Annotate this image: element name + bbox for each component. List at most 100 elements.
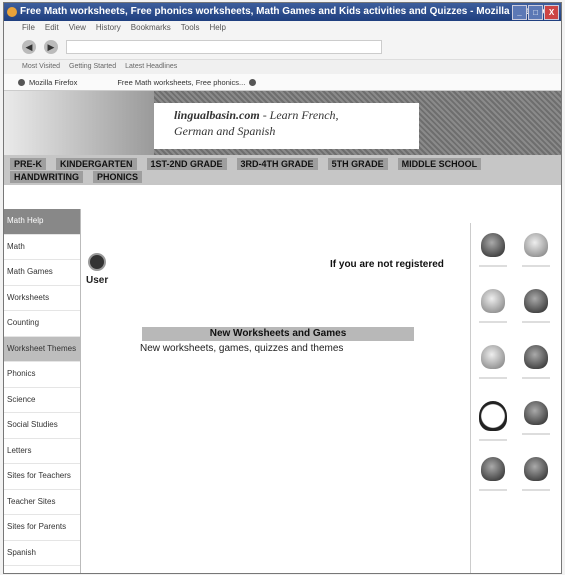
figure-caption (478, 377, 507, 379)
figure-caption (521, 377, 550, 379)
character-figure-icon (478, 401, 507, 431)
menu-help[interactable]: Help (209, 21, 225, 35)
banner-ad-text[interactable]: lingualbasin.com - Learn French, German … (174, 107, 394, 139)
banner-tagline-2: German and Spanish (174, 124, 276, 138)
bookmarks-toolbar: Most Visited Getting Started Latest Head… (4, 60, 561, 74)
firefox-icon (7, 7, 17, 17)
figure-thumbnail[interactable] (514, 451, 557, 499)
figure-caption (478, 321, 507, 323)
nav-phonics[interactable]: PHONICS (93, 171, 143, 183)
nav-kindergarten[interactable]: KINDERGARTEN (56, 158, 137, 170)
firefox-tab-icon (18, 78, 25, 86)
figure-thumbnail[interactable] (471, 283, 514, 331)
sidebar-item-phonics[interactable]: Phonics (4, 362, 80, 388)
menu-bookmarks[interactable]: Bookmarks (131, 21, 171, 35)
sidebar-item-math-games[interactable]: Math Games (4, 260, 80, 286)
character-figure-icon (523, 345, 548, 369)
sidebar-item-counting[interactable]: Counting (4, 311, 80, 337)
figure-caption (478, 439, 507, 441)
nav-5th-grade[interactable]: 5TH GRADE (327, 158, 388, 170)
sidebar-item-science[interactable]: Science (4, 388, 80, 413)
character-figure-icon (523, 233, 548, 257)
banner-tagline-1: - Learn French, (259, 108, 339, 122)
left-sidebar: Math Help Math Math Games Worksheets Cou… (4, 209, 81, 573)
figure-thumbnail[interactable] (471, 451, 514, 499)
close-button[interactable]: X (544, 5, 559, 20)
tab-worksheets[interactable]: Free Math worksheets, Free phonics... (117, 77, 257, 87)
menu-tools[interactable]: Tools (181, 21, 200, 35)
sidebar-item-social-studies[interactable]: Social Studies (4, 413, 80, 439)
not-registered-text[interactable]: If you are not registered (330, 259, 444, 270)
menu-edit[interactable]: Edit (45, 21, 59, 35)
main-content: User If you are not registered New Works… (84, 209, 468, 573)
user-avatar-icon (88, 253, 106, 271)
character-figure-icon (523, 401, 548, 425)
tab-label: Mozilla Firefox (29, 77, 78, 87)
sidebar-item-sites-for-teachers[interactable]: Sites for Teachers (4, 464, 80, 490)
sidebar-item-teacher-sites[interactable]: Teacher Sites (4, 490, 80, 515)
url-bar[interactable] (66, 40, 382, 54)
figure-thumbnail[interactable] (471, 395, 514, 443)
right-panel (470, 223, 557, 573)
tab-label: Free Math worksheets, Free phonics... (117, 77, 246, 87)
bookmark-latest-headlines[interactable]: Latest Headlines (125, 60, 177, 74)
figure-thumbnail[interactable] (514, 227, 557, 275)
figure-thumbnail[interactable] (471, 339, 514, 387)
window-controls: _ □ X (512, 5, 559, 20)
sidebar-item-spanish[interactable]: Spanish (4, 541, 80, 566)
banner-site-name: lingualbasin.com (174, 108, 260, 122)
character-figure-icon (523, 289, 548, 313)
nav-3rd-4th-grade[interactable]: 3RD-4TH GRADE (236, 158, 318, 170)
intro-text (84, 209, 468, 251)
nav-pre-k[interactable]: PRE-K (10, 158, 47, 170)
figure-thumbnail[interactable] (514, 395, 557, 443)
menu-bar: File Edit View History Bookmarks Tools H… (4, 21, 561, 35)
sidebar-item-worksheets[interactable]: Worksheets (4, 286, 80, 311)
figure-thumbnail[interactable] (514, 283, 557, 331)
grade-navigation: PRE-K KINDERGARTEN 1ST-2ND GRADE 3RD-4TH… (4, 155, 561, 185)
tab-strip: Mozilla Firefox Free Math worksheets, Fr… (4, 74, 561, 91)
site-banner: lingualbasin.com - Learn French, German … (4, 91, 561, 155)
figure-caption (478, 265, 507, 267)
nav-1st-2nd-grade[interactable]: 1ST-2ND GRADE (146, 158, 227, 170)
figure-caption (521, 321, 550, 323)
user-row: User If you are not registered (84, 251, 468, 291)
sidebar-item-math[interactable]: Math (4, 235, 80, 260)
figure-thumbnail[interactable] (514, 339, 557, 387)
character-figure-icon (480, 233, 505, 257)
title-bar: Free Math worksheets, Free phonics works… (4, 3, 561, 21)
maximize-button[interactable]: □ (528, 5, 543, 20)
tab-close-icon[interactable] (249, 78, 257, 86)
banner-fade (4, 91, 154, 155)
figure-grid (471, 223, 557, 499)
new-worksheets-subtitle: New worksheets, games, quizzes and theme… (140, 343, 344, 354)
sidebar-item-math-help[interactable]: Math Help (4, 209, 80, 235)
user-label: User (86, 275, 109, 286)
sidebar-item-search[interactable]: Search (4, 566, 80, 573)
figure-caption (521, 489, 550, 491)
figure-caption (521, 433, 550, 435)
sidebar-item-letters[interactable]: Letters (4, 439, 80, 464)
forward-button[interactable]: ▶ (44, 40, 58, 54)
sidebar-item-worksheet-themes[interactable]: Worksheet Themes (4, 336, 80, 362)
tab-firefox[interactable]: Mozilla Firefox (18, 78, 77, 87)
nav-handwriting[interactable]: HANDWRITING (10, 171, 83, 183)
character-figure-icon (480, 289, 505, 313)
navigation-toolbar: ◀ ▶ (4, 35, 561, 60)
menu-file[interactable]: File (22, 21, 35, 35)
character-figure-icon (480, 345, 505, 369)
sidebar-item-sites-for-parents[interactable]: Sites for Parents (4, 515, 80, 541)
figure-thumbnail[interactable] (471, 227, 514, 275)
figure-caption (478, 489, 507, 491)
minimize-button[interactable]: _ (512, 5, 527, 20)
bookmark-getting-started[interactable]: Getting Started (69, 60, 116, 74)
bookmark-most-visited[interactable]: Most Visited (22, 60, 60, 74)
new-worksheets-header[interactable]: New Worksheets and Games (142, 327, 414, 341)
browser-window: Free Math worksheets, Free phonics works… (3, 2, 562, 574)
figure-caption (521, 265, 550, 267)
nav-middle-school[interactable]: MIDDLE SCHOOL (397, 158, 482, 170)
menu-history[interactable]: History (96, 21, 121, 35)
menu-view[interactable]: View (69, 21, 86, 35)
character-figure-icon (480, 457, 505, 481)
back-button[interactable]: ◀ (22, 40, 36, 54)
